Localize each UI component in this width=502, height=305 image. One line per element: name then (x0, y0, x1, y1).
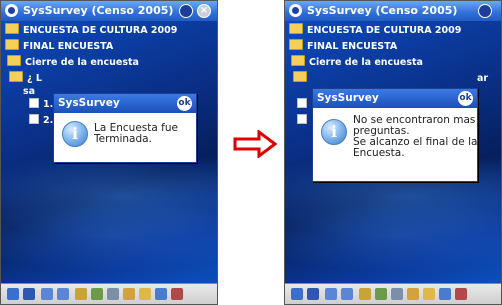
folder-icon (293, 71, 307, 82)
folder-icon (5, 39, 19, 50)
ok-button[interactable]: ok (458, 91, 473, 106)
checkbox-icon[interactable] (29, 114, 39, 124)
dialog-message-line: Encuesta. (353, 147, 405, 159)
home-icon[interactable] (7, 288, 19, 300)
undo-icon[interactable] (325, 288, 337, 300)
open-folder-icon (289, 23, 303, 34)
tree-icon[interactable] (375, 288, 387, 300)
folder-icon (9, 71, 23, 82)
window-title: SysSurvey (Censo 2005) (307, 4, 458, 17)
folder-icon (7, 55, 21, 66)
dialog-title-bar: SysSurvey ok (54, 94, 196, 113)
title-bar: SysSurvey (Censo 2005) (285, 1, 501, 21)
dialog-title: SysSurvey (58, 97, 120, 109)
windows-start-icon[interactable] (5, 4, 18, 17)
dialog-message: La Encuesta fue Terminada. (94, 123, 178, 145)
window-title: SysSurvey (Censo 2005) (23, 4, 174, 17)
ok-button[interactable]: ok (177, 96, 192, 111)
dialog-message: No se encontraron mas preguntas. Se alca… (353, 115, 477, 159)
tree-item-survey[interactable]: ENCUESTA DE CULTURA 2009 (5, 23, 177, 39)
message-dialog: SysSurvey ok i La Encuesta fue Terminada… (53, 93, 197, 163)
ok-circle-icon[interactable] (179, 4, 193, 18)
edit-icon[interactable] (171, 288, 183, 300)
tree-item-final[interactable]: FINAL ENCUESTA (289, 39, 461, 55)
tree-item-question[interactable]: ¿ L (5, 71, 177, 87)
save-icon[interactable] (307, 288, 319, 300)
tree-item-survey[interactable]: ENCUESTA DE CULTURA 2009 (289, 23, 461, 39)
open-folder-icon[interactable] (139, 288, 151, 300)
tree-icon[interactable] (91, 288, 103, 300)
dialog-title: SysSurvey (317, 92, 379, 104)
bottom-toolbar (285, 283, 501, 304)
open-folder-icon (5, 23, 19, 34)
redo-icon[interactable] (341, 288, 353, 300)
tree-item-final[interactable]: FINAL ENCUESTA (5, 39, 177, 55)
open-folder-icon[interactable] (423, 288, 435, 300)
checked-box-icon[interactable] (29, 98, 39, 108)
edit-icon[interactable] (455, 288, 467, 300)
info-icon: i (62, 121, 88, 147)
save-icon[interactable] (23, 288, 35, 300)
close-icon[interactable]: × (197, 4, 211, 18)
screen-after: SysSurvey (Censo 2005) ENCUESTA DE CULTU… (284, 0, 502, 305)
checkbox-icon[interactable] (297, 98, 307, 108)
windows-start-icon[interactable] (289, 4, 302, 17)
folder-icon (289, 39, 303, 50)
redo-icon[interactable] (57, 288, 69, 300)
title-bar: SysSurvey (Censo 2005) × (1, 1, 217, 21)
dialog-message-line: Terminada. (94, 133, 152, 145)
home-icon[interactable] (291, 288, 303, 300)
ok-circle-icon[interactable] (478, 4, 492, 18)
tree-item-question[interactable]: ar (289, 71, 488, 87)
check-icon[interactable] (123, 288, 135, 300)
screen-before: SysSurvey (Censo 2005) × ENCUESTA DE CUL… (0, 0, 218, 305)
users-icon[interactable] (359, 288, 371, 300)
folder-icon (291, 55, 305, 66)
checkbox-icon[interactable] (297, 114, 307, 124)
grid-icon[interactable] (107, 288, 119, 300)
users-icon[interactable] (75, 288, 87, 300)
check-icon[interactable] (407, 288, 419, 300)
info-icon: i (321, 119, 347, 145)
grid-icon[interactable] (391, 288, 403, 300)
search-icon[interactable] (439, 288, 451, 300)
tree-item-cierre[interactable]: Cierre de la encuesta (289, 55, 461, 71)
bottom-toolbar (1, 283, 217, 304)
transition-arrow-icon (233, 130, 277, 158)
dialog-title-bar: SysSurvey ok (313, 89, 477, 108)
undo-icon[interactable] (41, 288, 53, 300)
message-dialog: SysSurvey ok i No se encontraron mas pre… (312, 88, 478, 182)
tree-item-cierre[interactable]: Cierre de la encuesta (5, 55, 177, 71)
search-icon[interactable] (155, 288, 167, 300)
